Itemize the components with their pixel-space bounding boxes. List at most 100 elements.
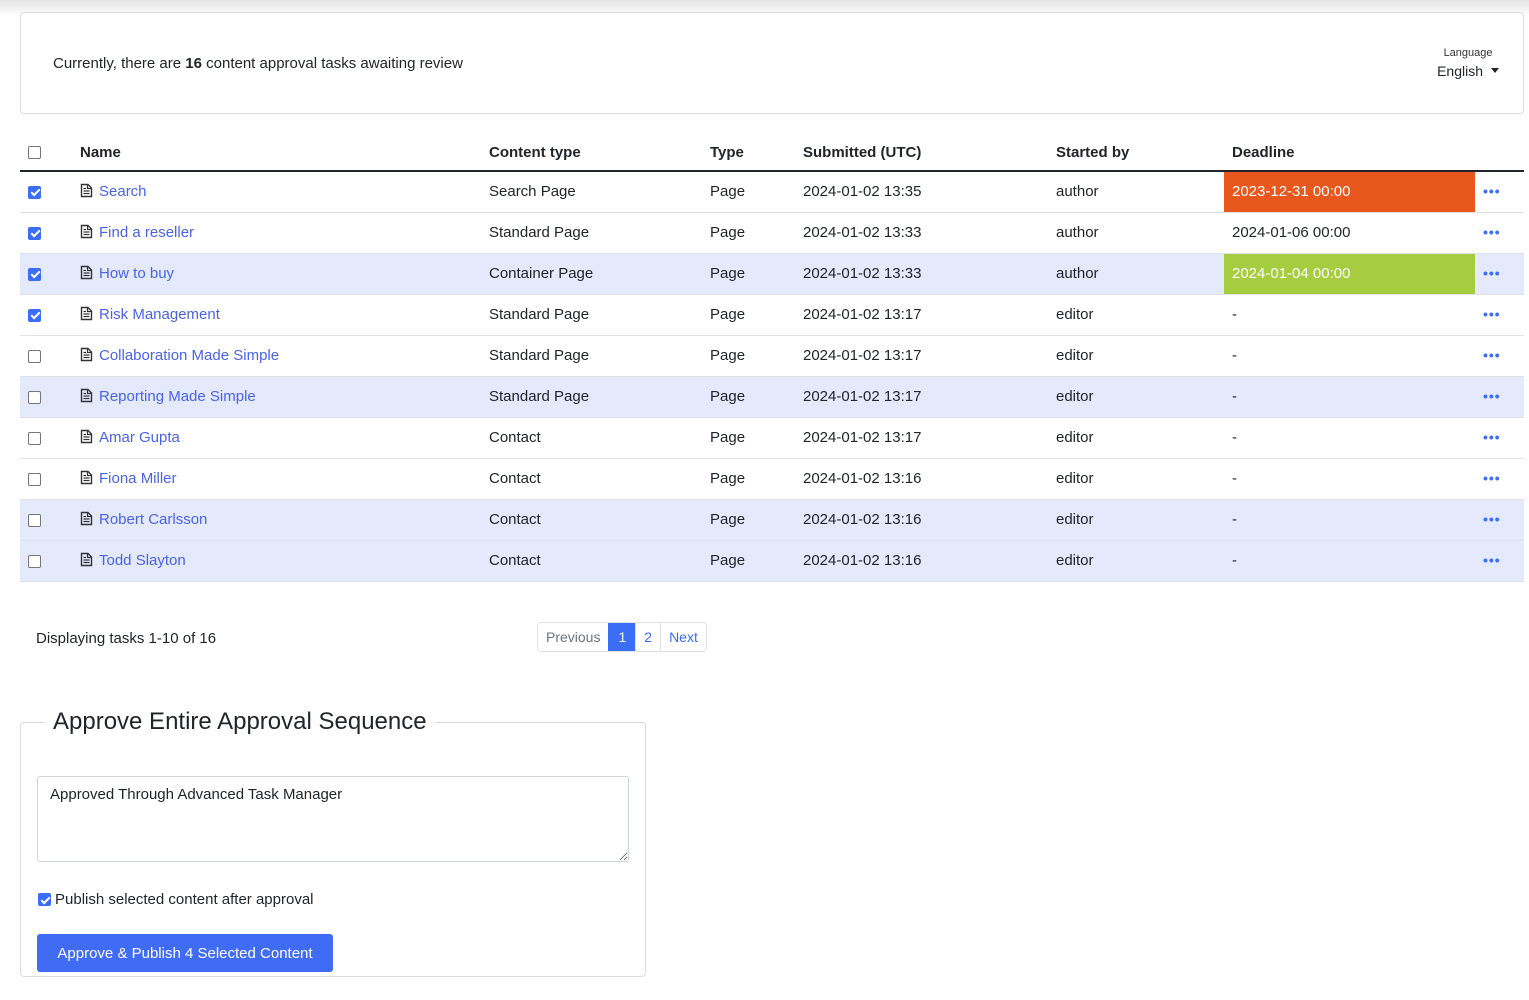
content-name-link[interactable]: Fiona Miller: [99, 470, 177, 487]
content-name-link[interactable]: Robert Carlsson: [99, 511, 207, 528]
deadline-cell: -: [1224, 417, 1475, 459]
approval-comment-input[interactable]: [37, 776, 629, 862]
submitted-cell: 2024-01-02 13:17: [803, 335, 1056, 377]
row-checkbox[interactable]: [28, 349, 41, 363]
table-row: Amar Gupta Contact Page 2024-01-02 13:17…: [20, 417, 1524, 459]
select-cell: [20, 540, 80, 582]
content-name-link[interactable]: Reporting Made Simple: [99, 388, 256, 405]
deadline-cell: -: [1224, 294, 1475, 336]
table-row: Todd Slayton Contact Page 2024-01-02 13:…: [20, 540, 1524, 582]
row-checkbox[interactable]: [28, 308, 41, 322]
more-horizontal-icon[interactable]: •••: [1475, 511, 1501, 527]
name-cell: Robert Carlsson: [80, 499, 489, 541]
more-horizontal-icon[interactable]: •••: [1475, 552, 1501, 568]
previous-page-button[interactable]: Previous: [538, 623, 608, 651]
type-cell: Page: [710, 417, 803, 459]
language-dropdown[interactable]: English: [1437, 63, 1499, 79]
submitted-cell: 2024-01-02 13:16: [803, 499, 1056, 541]
more-horizontal-icon[interactable]: •••: [1475, 183, 1501, 199]
publish-after-approval-label[interactable]: Publish selected content after approval: [55, 891, 314, 908]
type-cell: Page: [710, 458, 803, 500]
task-count: 16: [185, 55, 202, 72]
more-horizontal-icon[interactable]: •••: [1475, 347, 1501, 363]
document-icon: [80, 511, 93, 526]
actions-cell: •••: [1475, 335, 1524, 377]
row-checkbox[interactable]: [28, 554, 41, 568]
row-checkbox[interactable]: [28, 267, 41, 281]
column-header-deadline[interactable]: Deadline: [1224, 130, 1475, 172]
more-horizontal-icon[interactable]: •••: [1475, 470, 1501, 486]
type-cell: Page: [710, 294, 803, 336]
row-checkbox[interactable]: [28, 390, 41, 404]
table-row: Fiona Miller Contact Page 2024-01-02 13:…: [20, 458, 1524, 500]
pagination: Previous 1 2 Next: [537, 622, 707, 652]
deadline-cell: -: [1224, 458, 1475, 500]
type-cell: Page: [710, 499, 803, 541]
select-cell: [20, 294, 80, 336]
more-horizontal-icon[interactable]: •••: [1475, 265, 1501, 281]
deadline-cell: 2023-12-31 00:00: [1224, 171, 1475, 213]
select-cell: [20, 253, 80, 295]
caret-down-icon: [1491, 68, 1499, 73]
column-header-name[interactable]: Name: [80, 130, 489, 172]
more-horizontal-icon[interactable]: •••: [1475, 388, 1501, 404]
content-name-link[interactable]: Search: [99, 183, 147, 200]
type-cell: Page: [710, 540, 803, 582]
content-name-link[interactable]: Todd Slayton: [99, 552, 186, 569]
row-checkbox[interactable]: [28, 226, 41, 240]
deadline-cell: 2024-01-06 00:00: [1224, 212, 1475, 254]
page-1-button[interactable]: 1: [608, 623, 636, 651]
submitted-cell: 2024-01-02 13:17: [803, 417, 1056, 459]
summary-card: Currently, there are 16 content approval…: [20, 12, 1524, 114]
more-horizontal-icon[interactable]: •••: [1475, 224, 1501, 240]
document-icon: [80, 265, 93, 280]
name-cell: Todd Slayton: [80, 540, 489, 582]
content-type-cell: Standard Page: [489, 294, 710, 336]
actions-cell: •••: [1475, 294, 1524, 336]
content-type-cell: Contact: [489, 540, 710, 582]
column-header-submitted[interactable]: Submitted (UTC): [803, 130, 1056, 172]
row-checkbox[interactable]: [28, 431, 41, 445]
content-name-link[interactable]: Find a reseller: [99, 224, 194, 241]
language-value: English: [1437, 63, 1483, 79]
submitted-cell: 2024-01-02 13:17: [803, 376, 1056, 418]
content-name-link[interactable]: Collaboration Made Simple: [99, 347, 279, 364]
started-by-cell: author: [1056, 212, 1224, 254]
actions-cell: •••: [1475, 253, 1524, 295]
select-all-checkbox[interactable]: [28, 146, 41, 160]
column-header-content-type[interactable]: Content type: [489, 130, 710, 172]
table-header-row: Name Content type Type Submitted (UTC) S…: [20, 130, 1524, 172]
submitted-cell: 2024-01-02 13:35: [803, 171, 1056, 213]
select-cell: [20, 171, 80, 213]
row-checkbox[interactable]: [28, 513, 41, 527]
started-by-cell: author: [1056, 253, 1224, 295]
table-row: Search Search Page Page 2024-01-02 13:35…: [20, 171, 1524, 213]
content-type-cell: Contact: [489, 417, 710, 459]
actions-cell: •••: [1475, 171, 1524, 213]
document-icon: [80, 552, 93, 567]
column-header-type[interactable]: Type: [710, 130, 803, 172]
select-cell: [20, 417, 80, 459]
name-cell: Search: [80, 171, 489, 213]
submitted-cell: 2024-01-02 13:16: [803, 458, 1056, 500]
column-header-started-by[interactable]: Started by: [1056, 130, 1224, 172]
content-name-link[interactable]: Risk Management: [99, 306, 220, 323]
content-name-link[interactable]: How to buy: [99, 265, 174, 282]
content-name-link[interactable]: Amar Gupta: [99, 429, 180, 446]
name-cell: Risk Management: [80, 294, 489, 336]
table-row: Find a reseller Standard Page Page 2024-…: [20, 212, 1524, 254]
next-page-button[interactable]: Next: [660, 623, 706, 651]
row-checkbox[interactable]: [28, 185, 41, 199]
more-horizontal-icon[interactable]: •••: [1475, 306, 1501, 322]
publish-after-approval-checkbox[interactable]: [38, 893, 51, 906]
approve-panel-title: Approve Entire Approval Sequence: [53, 708, 427, 735]
column-header-actions: [1475, 130, 1524, 172]
row-checkbox[interactable]: [28, 472, 41, 486]
started-by-cell: editor: [1056, 294, 1224, 336]
document-icon: [80, 184, 93, 198]
approve-publish-button[interactable]: Approve & Publish 4 Selected Content: [37, 934, 333, 972]
more-horizontal-icon[interactable]: •••: [1475, 429, 1501, 445]
language-label: Language: [1443, 47, 1493, 59]
deadline-cell: -: [1224, 540, 1475, 582]
page-2-button[interactable]: 2: [635, 623, 660, 651]
